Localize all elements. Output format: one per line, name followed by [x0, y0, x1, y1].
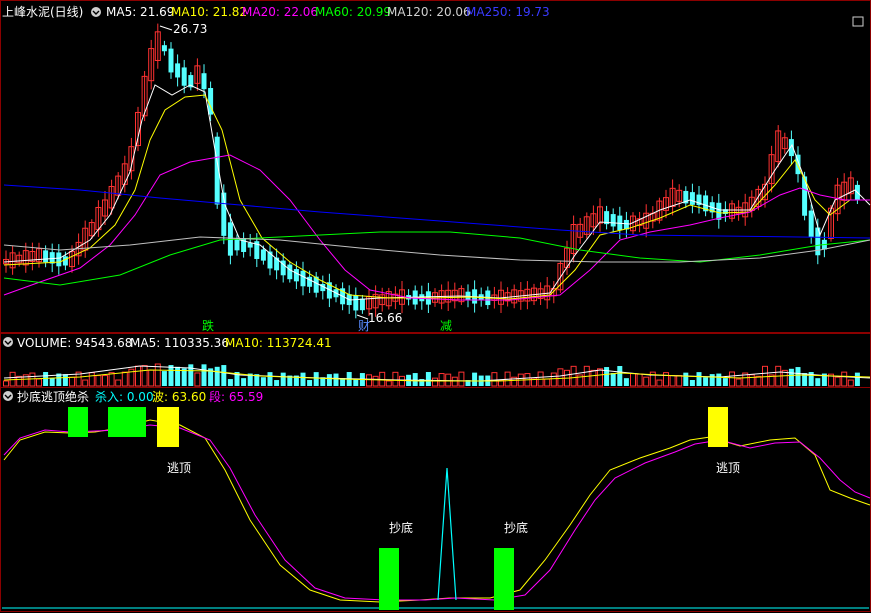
legend-ma250: MA250: 19.73 [466, 5, 550, 19]
volume-bar [689, 379, 695, 386]
candle-body [267, 251, 273, 269]
signal-block-green [494, 548, 514, 610]
volume-bar [260, 377, 266, 386]
candle-body [168, 48, 174, 73]
candle-body [287, 264, 293, 280]
volume-bar [227, 379, 233, 386]
legend-ma10: MA10: 21.82 [171, 5, 247, 19]
indicator-buy: 杀入: 0.00 [95, 389, 154, 404]
candle-body [234, 239, 240, 251]
volume-bar [300, 372, 306, 386]
candle-body [181, 67, 187, 86]
volume-bar [722, 378, 728, 386]
candle-body [808, 210, 814, 238]
candle-body [161, 45, 167, 52]
volume-bar [43, 372, 49, 386]
volume-value: VOLUME: 94543.68 [17, 336, 132, 350]
volume-bar [201, 364, 207, 386]
event-tag-finance: 财 [358, 319, 370, 333]
indicator-header: 抄底逃顶绝杀 杀入: 0.00 波: 63.60 段: 65.59 [3, 389, 263, 404]
collapse-icon[interactable] [91, 7, 101, 17]
volume-bar [716, 373, 722, 386]
candle-body [62, 256, 68, 266]
bottom-buy-label: 抄底 [504, 520, 528, 535]
legend-ma5: MA5: 21.69 [106, 5, 174, 19]
bottom-buy-label: 抄底 [389, 520, 413, 535]
legend-ma60: MA60: 20.99 [315, 5, 391, 19]
volume-bar [62, 374, 68, 386]
volume-bar [175, 366, 181, 386]
volume-bar [353, 379, 359, 386]
volume-bar [49, 378, 55, 386]
candle-body [293, 269, 299, 282]
volume-bar [709, 374, 715, 386]
volume-bar [815, 378, 821, 386]
volume-bar [472, 372, 478, 386]
event-tag-reduce: 减 [440, 319, 452, 333]
volume-bar [696, 372, 702, 386]
volume-bar [313, 372, 319, 386]
candle-body [274, 257, 280, 271]
stock-title: 上峰水泥(日线) [2, 5, 83, 19]
indicator-name: 抄底逃顶绝杀 [17, 389, 89, 404]
volume-bar [307, 380, 313, 386]
candle-body [689, 192, 695, 205]
high-label: 26.73 [173, 22, 207, 36]
low-label: 16.66 [368, 311, 402, 325]
volume-bar [221, 365, 227, 386]
volume-bar [795, 367, 801, 386]
candle-body [716, 202, 722, 220]
escape-top-label: 逃顶 [167, 461, 191, 475]
volume-bar [274, 380, 280, 386]
candle [221, 184, 227, 245]
volume-bar [604, 367, 610, 386]
candle-body [307, 276, 313, 287]
event-tag-fall: 跌 [202, 318, 214, 333]
signal-block-green [68, 407, 88, 437]
volume-bar [703, 377, 709, 386]
stock-chart: 上峰水泥(日线) MA5: 21.69 MA10: 21.82 MA20: 22… [0, 0, 871, 613]
candle-body [43, 250, 49, 263]
indicator-wave: 波: 63.60 [152, 390, 206, 404]
volume-bar [214, 366, 220, 386]
volume-bar [425, 372, 431, 386]
indicator-seg: 段: 65.59 [209, 389, 263, 404]
signal-block-yellow [708, 407, 728, 447]
candle-body [201, 73, 207, 90]
volume-bar [161, 371, 167, 386]
volume-bar [168, 365, 174, 386]
candle-body [353, 295, 359, 311]
candle-body [465, 291, 471, 300]
candle-body [610, 214, 616, 227]
volume-ma10: MA10: 113724.41 [225, 336, 332, 350]
volume-bar [412, 373, 418, 386]
legend-ma120: MA120: 20.06 [387, 5, 471, 19]
volume-bar [280, 372, 286, 386]
volume-bar [610, 373, 616, 386]
volume-bar [333, 373, 339, 386]
volume-bar [683, 372, 689, 386]
volume-bar [326, 374, 332, 386]
escape-top-label: 逃顶 [716, 461, 740, 475]
volume-bar [623, 378, 629, 386]
volume-header: VOLUME: 94543.68 MA5: 110335.36 MA10: 11… [3, 336, 332, 350]
candle-body [300, 270, 306, 287]
volume-bar [267, 372, 273, 386]
volume-bar [241, 378, 247, 386]
signal-block-yellow [157, 407, 179, 447]
volume-bar [854, 372, 860, 386]
volume-bar [617, 366, 623, 386]
candle-body [175, 63, 181, 78]
volume-bar [788, 368, 794, 386]
collapse-icon[interactable] [3, 337, 13, 347]
volume-ma5: MA5: 110335.36 [130, 336, 229, 350]
candle-body [359, 298, 365, 311]
candle-body [56, 252, 62, 267]
legend-ma20: MA20: 22.06 [242, 5, 318, 19]
signal-block-green [108, 407, 146, 437]
signal-block-green [379, 548, 399, 610]
candle-body [260, 249, 266, 261]
collapse-icon[interactable] [3, 391, 13, 401]
